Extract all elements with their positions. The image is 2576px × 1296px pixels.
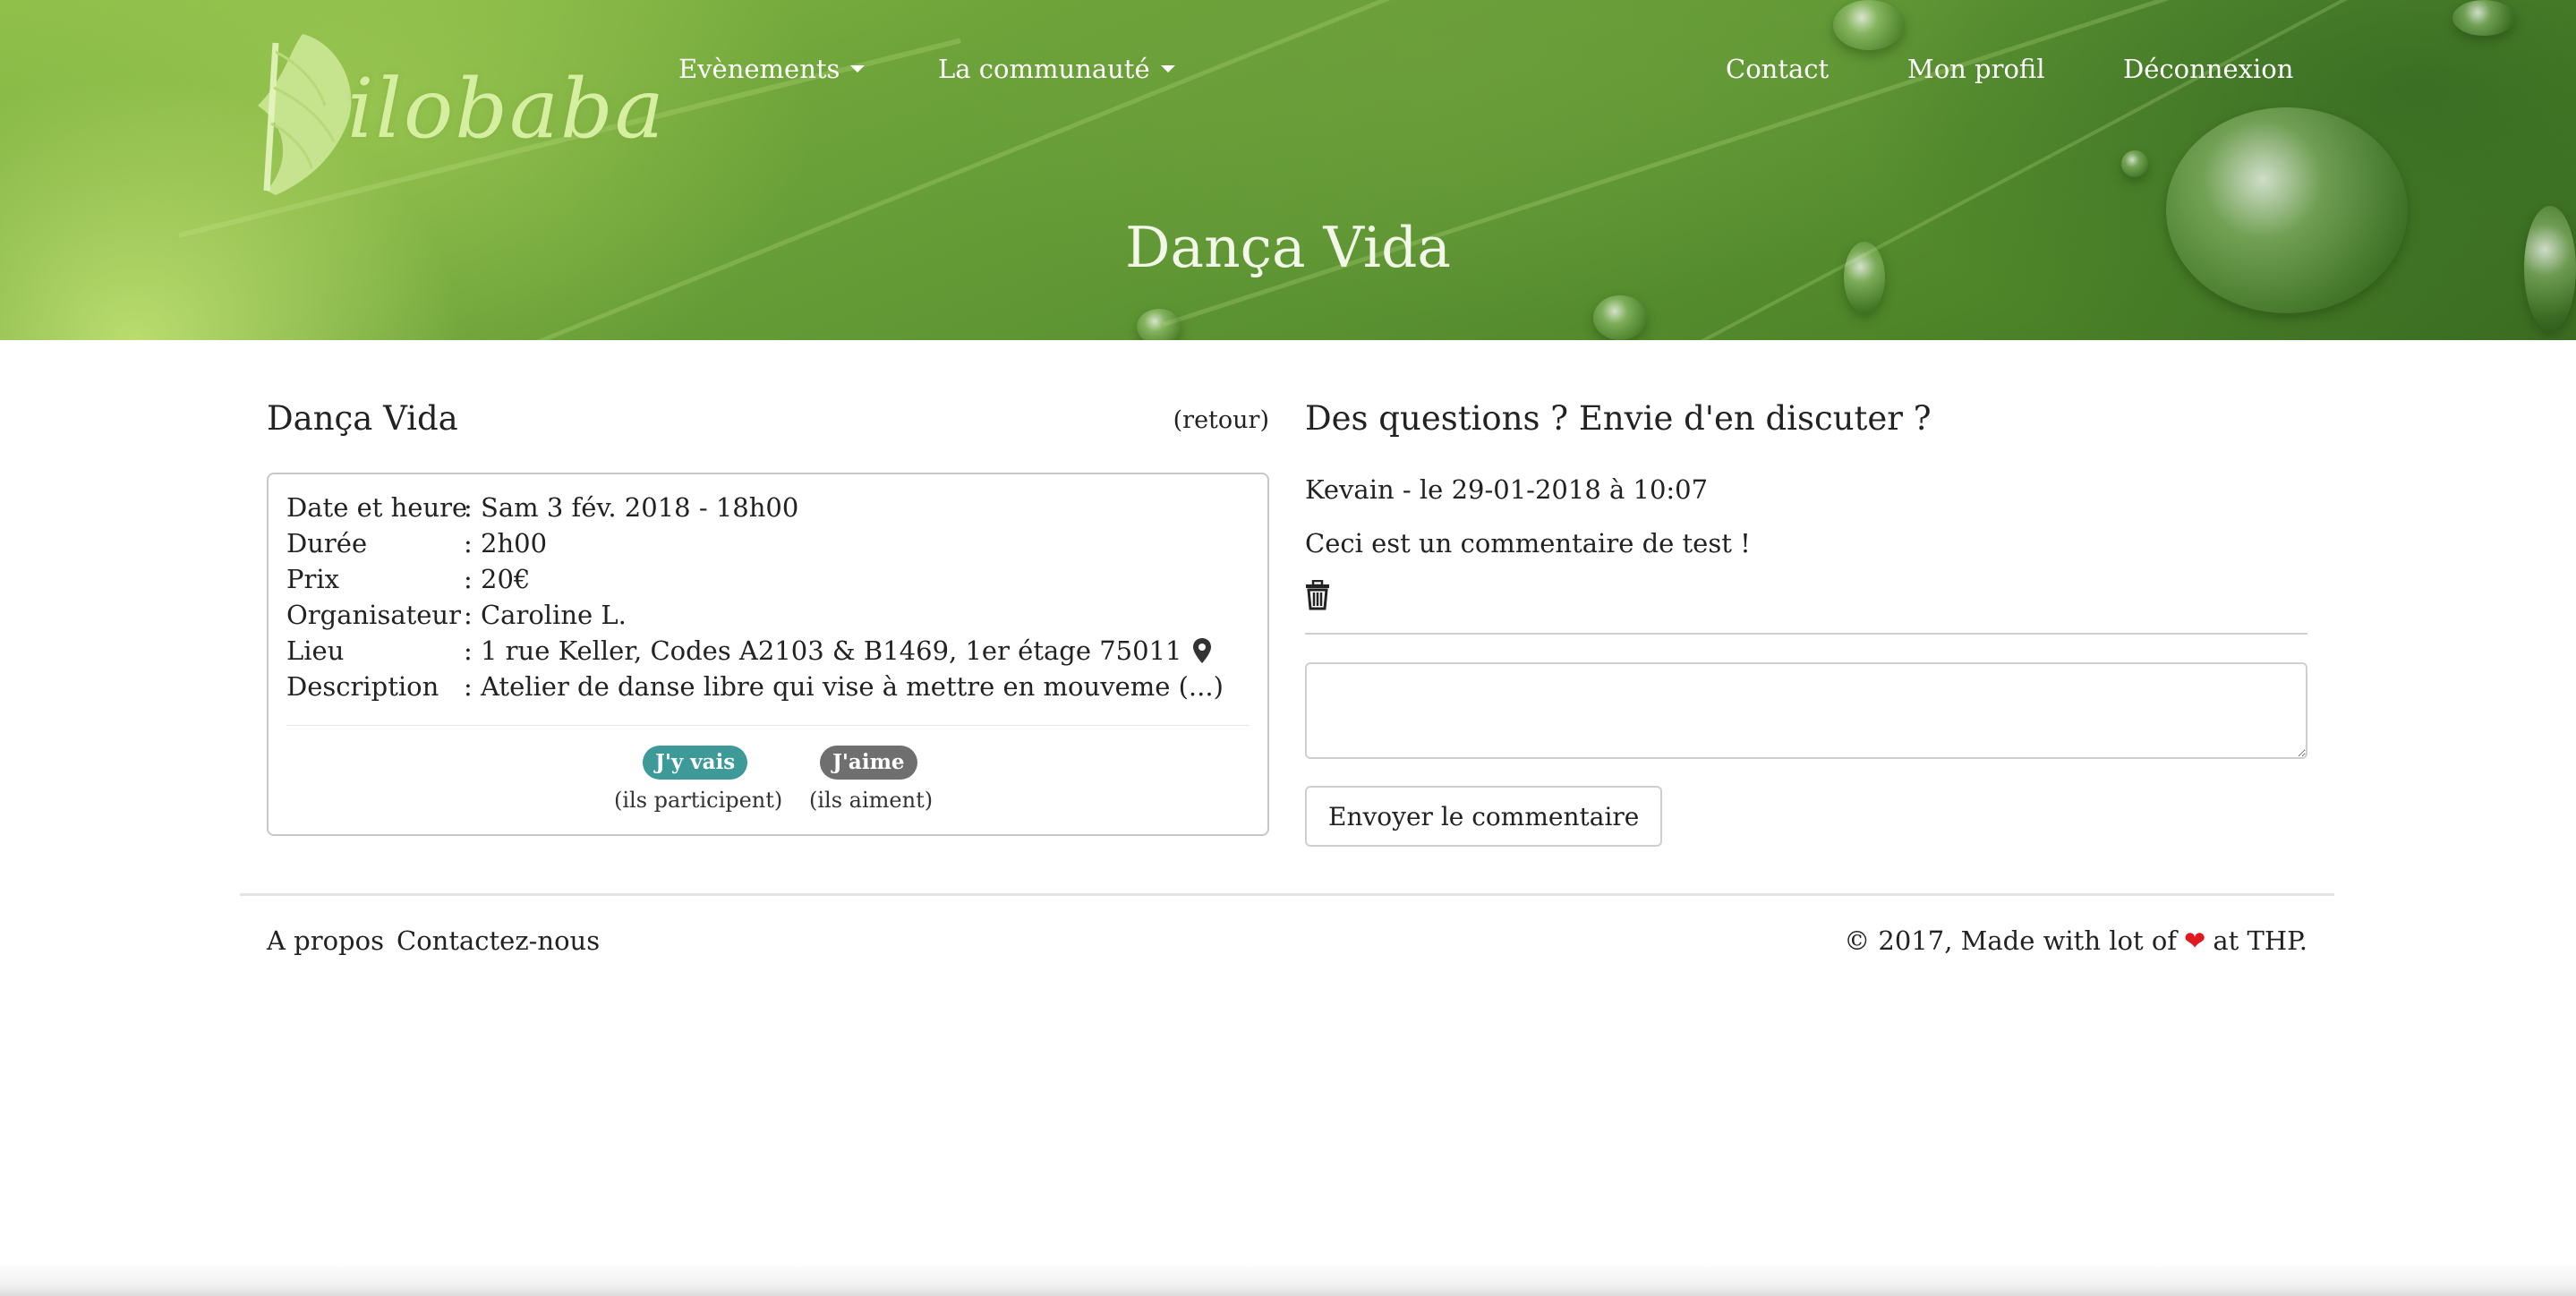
comment-separator	[1305, 633, 2307, 635]
detail-value-text: : Caroline L.	[464, 600, 627, 630]
footer-divider	[240, 893, 2334, 896]
detail-value: : 20€	[464, 564, 530, 594]
nav-profile-link[interactable]: Mon profil	[1907, 54, 2045, 84]
card-divider	[286, 725, 1250, 726]
going-button[interactable]: J'y vais	[643, 746, 748, 780]
caret-down-icon	[850, 65, 866, 72]
heart-icon: ❤	[2184, 925, 2206, 956]
window-bottom-shadow	[0, 1262, 2576, 1296]
water-drop	[2121, 150, 2148, 177]
ginkgo-leaf-icon	[258, 34, 352, 195]
detail-label: Durée	[286, 528, 368, 558]
detail-value: : Caroline L.	[464, 600, 627, 630]
comment-meta: Kevain - le 29-01-2018 à 10:07	[1305, 474, 1709, 505]
hero-header: ilobaba Evènements La communauté Contact…	[0, 0, 2576, 340]
detail-value: : Sam 3 fév. 2018 - 18h00	[464, 492, 798, 523]
event-details-card: Date et heure : Sam 3 fév. 2018 - 18h00 …	[267, 473, 1269, 836]
water-drop	[2166, 107, 2408, 313]
detail-value-text: : Atelier de danse libre qui vise à mett…	[464, 671, 1224, 702]
footer-copyright: © 2017, Made with lot of ❤ at THP.	[1844, 925, 2307, 956]
detail-value: : Atelier de danse libre qui vise à mett…	[464, 671, 1224, 702]
footer-contact-link[interactable]: Contactez-nous	[397, 925, 600, 956]
footer-about-link[interactable]: A propos	[267, 925, 384, 956]
like-caption: (ils aiment)	[809, 788, 934, 813]
water-drop	[1137, 309, 1181, 340]
back-link[interactable]: (retour)	[1173, 406, 1269, 434]
detail-value-text: : 1 rue Keller, Codes A2103 & B1469, 1er…	[464, 635, 1182, 666]
like-button[interactable]: J'aime	[820, 746, 917, 780]
detail-value-text: : 2h00	[464, 528, 548, 558]
caret-down-icon	[1160, 65, 1175, 72]
water-drop	[1593, 295, 1647, 340]
page-title: Dança Vida	[1125, 215, 1451, 280]
nav-community-label: La communauté	[938, 54, 1150, 84]
leaf-vein	[536, 0, 1534, 340]
detail-label: Prix	[286, 564, 340, 594]
map-marker-icon[interactable]	[1192, 637, 1212, 664]
nav-logout-link[interactable]: Déconnexion	[2123, 54, 2293, 84]
going-caption: (ils participent)	[614, 788, 783, 813]
detail-label: Description	[286, 671, 439, 702]
copyright-prefix: © 2017, Made with lot of	[1844, 925, 2178, 956]
nav-events-label: Evènements	[678, 54, 840, 84]
logo-wordmark: ilobaba	[347, 61, 666, 157]
nav-community-dropdown[interactable]: La communauté	[938, 54, 1175, 84]
detail-label: Lieu	[286, 635, 345, 666]
nav-contact-label: Contact	[1726, 54, 1830, 84]
send-comment-button[interactable]: Envoyer le commentaire	[1305, 786, 1663, 847]
detail-value: : 1 rue Keller, Codes A2103 & B1469, 1er…	[464, 635, 1212, 666]
detail-label: Date et heure	[286, 492, 468, 523]
water-drop	[1833, 0, 1905, 50]
nav-logout-label: Déconnexion	[2123, 54, 2294, 84]
trash-icon[interactable]	[1305, 580, 1330, 610]
site-logo[interactable]: ilobaba	[240, 25, 664, 204]
detail-value-text: : 20€	[464, 564, 531, 594]
nav-events-dropdown[interactable]: Evènements	[678, 54, 866, 84]
water-drop	[2452, 0, 2515, 36]
nav-contact-link[interactable]: Contact	[1726, 54, 1829, 84]
copyright-suffix: at THP.	[2213, 925, 2307, 956]
detail-value: : 2h00	[464, 528, 547, 558]
detail-label: Organisateur	[286, 600, 461, 630]
comments-heading: Des questions ? Envie d'en discuter ?	[1305, 399, 1932, 438]
comment-body: Ceci est un commentaire de test !	[1305, 528, 1751, 558]
comment-textarea[interactable]	[1305, 662, 2307, 759]
nav-profile-label: Mon profil	[1907, 54, 2045, 84]
event-title: Dança Vida	[267, 399, 458, 438]
detail-value-text: : Sam 3 fév. 2018 - 18h00	[464, 492, 799, 523]
